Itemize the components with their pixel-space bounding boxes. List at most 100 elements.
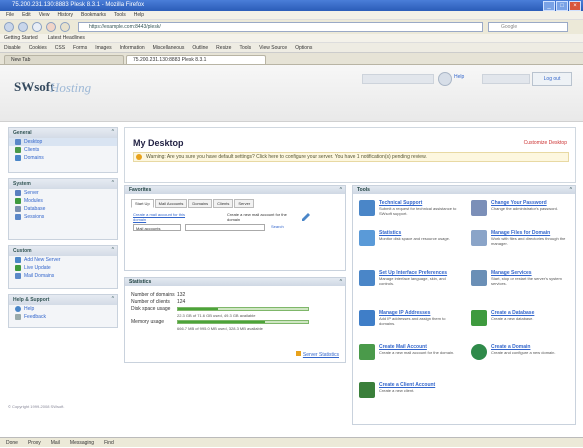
mail-account-select[interactable]: Mail accounts	[133, 224, 181, 231]
toolbar-information[interactable]: Information	[120, 43, 145, 52]
user-info-box	[362, 74, 434, 84]
tab-server[interactable]: Server	[234, 199, 255, 208]
sidebar-item-modules[interactable]: Modules	[9, 197, 117, 205]
sidebar-item-add-server[interactable]: Add New Server	[9, 256, 117, 264]
toolbar-cookies[interactable]: Cookies	[29, 43, 47, 52]
memory-usage-bar	[177, 320, 309, 324]
toolbar-resize[interactable]: Resize	[216, 43, 231, 52]
toolbar-view-source[interactable]: View Source	[259, 43, 287, 52]
server-statistics-link[interactable]: Server Statistics	[295, 351, 339, 358]
sidebar-item-database[interactable]: Database	[9, 205, 117, 213]
update-icon	[15, 265, 21, 271]
logout-button[interactable]: Log out	[532, 72, 572, 86]
toolbar-images[interactable]: Images	[95, 43, 111, 52]
status-messaging[interactable]: Messaging	[70, 438, 94, 447]
tab-clients[interactable]: Clients	[213, 199, 234, 208]
status-mail[interactable]: Mail	[51, 438, 60, 447]
favorites-search-input[interactable]	[185, 224, 265, 231]
ip-address-icon	[359, 310, 375, 326]
menu-tools[interactable]: Tools	[114, 11, 126, 19]
menu-edit[interactable]: Edit	[22, 11, 31, 19]
files-icon	[471, 230, 487, 246]
favorites-description: Create a new mail account for the domain	[227, 212, 287, 222]
tab-plesk[interactable]: 75.200.231.130:8883 Plesk 8.3.1	[126, 55, 266, 64]
support-icon	[359, 200, 375, 216]
reload-icon[interactable]	[32, 22, 42, 32]
developer-toolbar: Disable Cookies CSS Forms Images Informa…	[0, 43, 583, 53]
menu-file[interactable]: File	[6, 11, 14, 19]
tab-domains[interactable]: Domains	[188, 199, 213, 208]
toolbar-forms[interactable]: Forms	[73, 43, 87, 52]
menu-view[interactable]: View	[39, 11, 50, 19]
close-window-button[interactable]: ×	[569, 1, 581, 11]
toolbar-css[interactable]: CSS	[55, 43, 65, 52]
menu-history[interactable]: History	[57, 11, 73, 19]
stat-row-disk: Disk space usage	[125, 306, 345, 313]
page-header: My Desktop Customize Desktop Warning: Ar…	[124, 127, 576, 183]
favorites-tabs: Start Up Mail Accounts Domains Clients S…	[131, 199, 345, 208]
sidebar-item-domains[interactable]: Domains	[9, 154, 117, 162]
search-input[interactable]: Google	[488, 22, 568, 32]
sidebar-item-help[interactable]: Help	[9, 305, 117, 313]
help-icon[interactable]	[438, 72, 452, 86]
services-icon	[471, 270, 487, 286]
chart-icon	[295, 351, 301, 356]
create-mail-link[interactable]: Create a mail account for this domain	[133, 212, 193, 222]
toolbar-outline[interactable]: Outline	[192, 43, 208, 52]
mail-account-icon	[359, 344, 375, 360]
menu-bar: File Edit View History Bookmarks Tools H…	[0, 11, 583, 20]
domains-icon	[15, 155, 21, 161]
stat-row-clients: Number of clients 124	[131, 299, 186, 305]
pencil-icon[interactable]	[301, 212, 311, 222]
navigation-toolbar: https://example.com:8443/plesk/ Google	[0, 20, 583, 35]
tab-new-tab[interactable]: New Tab	[4, 55, 124, 64]
warning-notice: Warning: Are you sure you have default s…	[133, 152, 569, 162]
maximize-button[interactable]: □	[556, 1, 568, 11]
address-bar[interactable]: https://example.com:8443/plesk/	[78, 22, 483, 32]
tab-mail-accounts[interactable]: Mail Accounts	[154, 199, 188, 208]
sidebar-item-live-update[interactable]: Live Update	[9, 264, 117, 272]
tab-start-up[interactable]: Start Up	[131, 199, 154, 208]
menu-bookmarks[interactable]: Bookmarks	[81, 11, 106, 19]
toolbar-miscellaneous[interactable]: Miscellaneous	[153, 43, 185, 52]
sidebar-item-desktop[interactable]: Desktop	[9, 138, 117, 146]
stop-icon[interactable]	[46, 22, 56, 32]
modules-icon	[15, 198, 21, 204]
customize-desktop-link[interactable]: Customize Desktop	[524, 140, 567, 146]
header-actions: Help Log out	[362, 70, 572, 88]
status-find[interactable]: Find	[104, 438, 114, 447]
menu-help[interactable]: Help	[134, 11, 144, 19]
sidebar-item-sessions[interactable]: Sessions	[9, 213, 117, 221]
memory-usage-label: 666.7 MB of 995.0 MB used, 328.3 MB avai…	[177, 326, 263, 331]
sidebar-item-feedback[interactable]: Feedback	[9, 313, 117, 321]
server-icon	[15, 190, 21, 196]
plesk-header: SWsoft Hosting Help Log out	[0, 65, 583, 122]
sidebar-item-clients[interactable]: Clients	[9, 146, 117, 154]
sidebar-item-mail-domains[interactable]: Mail Domains	[9, 272, 117, 280]
bookmark-latest-headlines[interactable]: Latest Headlines	[48, 34, 85, 42]
toolbar-tools[interactable]: Tools	[239, 43, 251, 52]
search-box[interactable]	[482, 74, 530, 84]
client-create-icon	[359, 382, 375, 398]
minimize-button[interactable]: _	[543, 1, 555, 11]
page-title: My Desktop	[133, 138, 184, 148]
sidebar-footer: © Copyright 1999-2008 SWsoft.	[8, 404, 65, 409]
favorites-panel: Favorites ^ Start Up Mail Accounts Domain…	[124, 185, 346, 271]
favorites-search-button[interactable]: Search	[271, 224, 284, 229]
toolbar-disable[interactable]: Disable	[4, 43, 21, 52]
database-create-icon	[471, 310, 487, 326]
status-done: Done	[6, 440, 18, 446]
status-proxy[interactable]: Proxy	[28, 438, 41, 447]
back-icon[interactable]	[4, 22, 14, 32]
toolbar-options[interactable]: Options	[295, 43, 312, 52]
sidebar-item-server[interactable]: Server	[9, 189, 117, 197]
bookmark-getting-started[interactable]: Getting Started	[4, 34, 38, 42]
preferences-icon	[359, 270, 375, 286]
home-icon[interactable]	[60, 22, 70, 32]
add-server-icon	[15, 257, 21, 263]
sidebar-custom: Custom ^ Add New Server Live Update Mail …	[8, 245, 118, 289]
help-link[interactable]: Help	[454, 74, 464, 80]
sidebar-help-title: Help & Support ^	[9, 295, 117, 305]
sidebar-general-title: General ^	[9, 128, 117, 138]
forward-icon[interactable]	[18, 22, 28, 32]
